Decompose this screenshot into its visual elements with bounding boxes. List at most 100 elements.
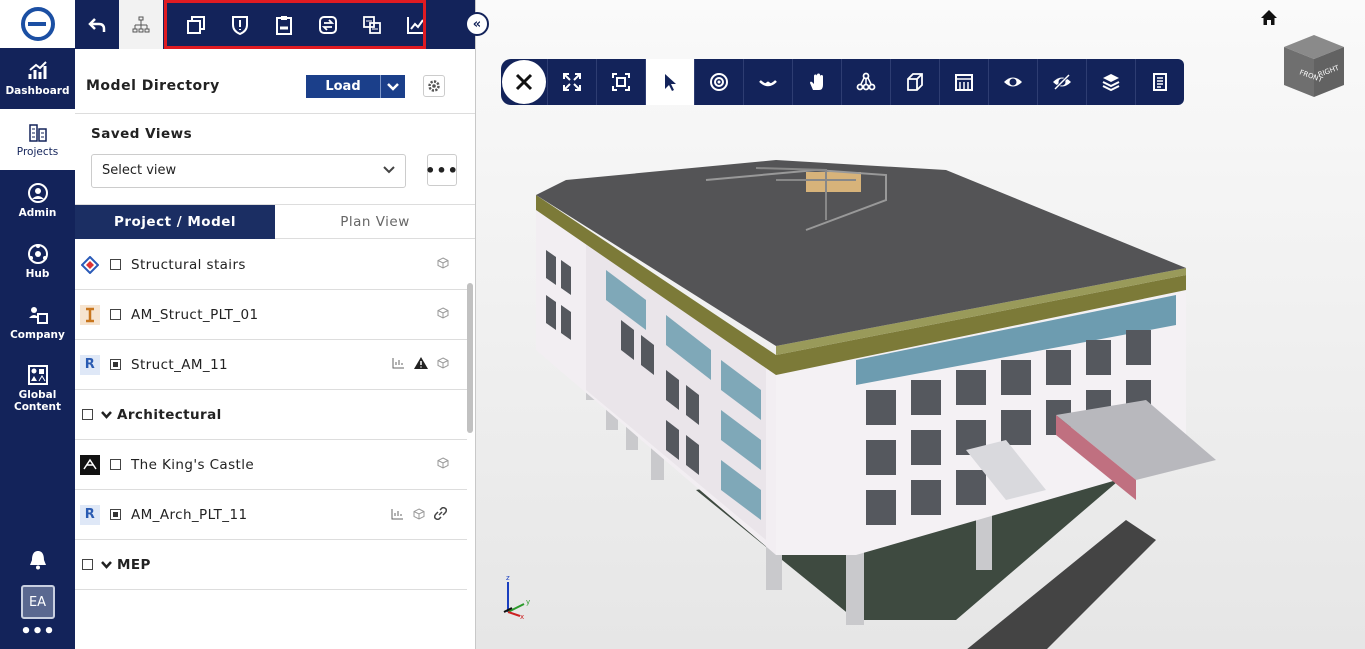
tab-plan-view[interactable]: Plan View — [275, 205, 475, 239]
pan-button[interactable] — [792, 59, 841, 105]
highlight-box — [164, 0, 426, 49]
model-browser-button[interactable] — [841, 59, 890, 105]
checkbox[interactable] — [110, 309, 121, 320]
nav-dashboard-label: Dashboard — [5, 85, 70, 97]
list-item[interactable]: Structural stairs — [75, 240, 467, 290]
nav-projects-label: Projects — [16, 146, 59, 158]
chart-icon — [28, 61, 47, 79]
checkbox[interactable] — [110, 259, 121, 270]
cube-icon[interactable] — [437, 257, 449, 273]
warning-icon[interactable] — [414, 357, 428, 373]
global-content-icon — [27, 364, 48, 385]
checkbox[interactable] — [82, 559, 93, 570]
model-tree-button[interactable] — [119, 0, 163, 49]
chevron-down-icon[interactable] — [380, 75, 405, 98]
cube-icon[interactable] — [413, 507, 425, 524]
checkbox[interactable] — [110, 359, 121, 370]
checkbox[interactable] — [110, 509, 121, 520]
tree-nodes-icon — [856, 72, 876, 91]
collapse-panel-button[interactable]: « — [465, 12, 489, 36]
fullscreen-button[interactable] — [547, 59, 596, 105]
nav-admin[interactable]: Admin — [0, 170, 75, 231]
orbit-button[interactable] — [694, 59, 743, 105]
app-logo[interactable] — [0, 0, 75, 48]
chevron-down-icon[interactable] — [101, 557, 112, 573]
select-tool-button[interactable] — [645, 59, 694, 105]
revit-icon: R — [80, 504, 100, 525]
group-name: MEP — [117, 556, 151, 573]
model-name: AM_Struct_PLT_01 — [131, 306, 259, 323]
more-menu[interactable]: ••• — [0, 619, 75, 649]
back-arrow-icon — [88, 17, 106, 32]
group-name: Architectural — [117, 406, 222, 423]
section-plane-button[interactable] — [939, 59, 988, 105]
notifications-bell[interactable] — [0, 545, 75, 575]
ifc-icon — [80, 304, 100, 325]
saved-view-select[interactable]: Select view — [91, 154, 406, 188]
saved-view-placeholder: Select view — [102, 163, 177, 178]
saved-views-more-button[interactable]: ••• — [425, 154, 458, 186]
model-name: Structural stairs — [131, 256, 246, 273]
group-header[interactable]: Architectural — [75, 390, 467, 440]
layers-button[interactable] — [1086, 59, 1135, 105]
document-icon — [1153, 73, 1167, 91]
cube-icon[interactable] — [437, 457, 449, 473]
list-item[interactable]: The King's Castle — [75, 440, 467, 490]
building-model[interactable] — [526, 160, 1286, 649]
model-name: The King's Castle — [131, 456, 255, 473]
model-name: Struct_AM_11 — [131, 356, 229, 373]
axis-z-label: z — [506, 574, 510, 582]
cursor-icon — [665, 74, 676, 91]
chevron-down-icon[interactable] — [101, 407, 112, 423]
link-icon[interactable] — [433, 506, 448, 524]
cube-icon[interactable] — [437, 307, 449, 323]
nav-admin-label: Admin — [18, 207, 57, 219]
section-box-button[interactable] — [890, 59, 939, 105]
double-chevron-left-icon: « — [472, 16, 482, 32]
list-item[interactable]: R AM_Arch_PLT_11 — [75, 490, 467, 540]
show-button[interactable] — [988, 59, 1037, 105]
group-header[interactable]: MEP — [75, 540, 467, 590]
settings-button[interactable] — [423, 75, 445, 97]
load-button[interactable]: Load — [306, 75, 405, 98]
scrollbar[interactable] — [467, 283, 473, 433]
bell-icon — [29, 551, 46, 570]
eye-slash-icon — [1053, 73, 1071, 91]
avatar[interactable]: EA — [20, 585, 55, 619]
hide-button[interactable] — [1037, 59, 1086, 105]
list-item[interactable]: AM_Struct_PLT_01 — [75, 290, 467, 340]
orbit-icon — [710, 73, 728, 91]
nav-global-content-label: Global Content — [13, 388, 62, 413]
saved-views-title: Saved Views — [91, 126, 193, 142]
close-icon — [515, 73, 533, 91]
3d-viewer[interactable]: FRONT RIGHT z y x — [476, 0, 1365, 649]
home-icon[interactable] — [1260, 9, 1278, 27]
chart-icon[interactable] — [392, 357, 405, 373]
mixed-model-icon — [80, 255, 100, 275]
layers-icon — [1102, 74, 1120, 92]
back-button[interactable] — [75, 0, 119, 49]
nav-projects[interactable]: Projects — [0, 109, 75, 170]
nav-company[interactable]: Company — [0, 292, 75, 353]
checkbox[interactable] — [82, 409, 93, 420]
logo-icon — [20, 7, 55, 41]
box-icon — [907, 73, 923, 91]
nav-dashboard[interactable]: Dashboard — [0, 48, 75, 109]
chart-icon[interactable] — [391, 508, 404, 524]
cube-icon[interactable] — [437, 357, 449, 373]
nav-hub[interactable]: Hub — [0, 231, 75, 292]
nav-global-content[interactable]: Global Content — [0, 353, 75, 423]
view-cube[interactable]: FRONT RIGHT — [1282, 33, 1346, 99]
nav-rail: Dashboard Projects Admin Hub Company Glo… — [0, 0, 75, 649]
properties-button[interactable] — [1135, 59, 1184, 105]
fit-view-button[interactable] — [596, 59, 645, 105]
tab-project-model[interactable]: Project / Model — [75, 205, 275, 239]
checkbox[interactable] — [110, 459, 121, 470]
hierarchy-icon — [132, 16, 150, 32]
look-around-button[interactable] — [743, 59, 792, 105]
user-circle-icon — [27, 183, 48, 203]
list-item[interactable]: R Struct_AM_11 — [75, 340, 467, 390]
close-viewer-button[interactable] — [502, 60, 546, 104]
revit-icon: R — [80, 354, 100, 375]
company-icon — [28, 307, 48, 324]
